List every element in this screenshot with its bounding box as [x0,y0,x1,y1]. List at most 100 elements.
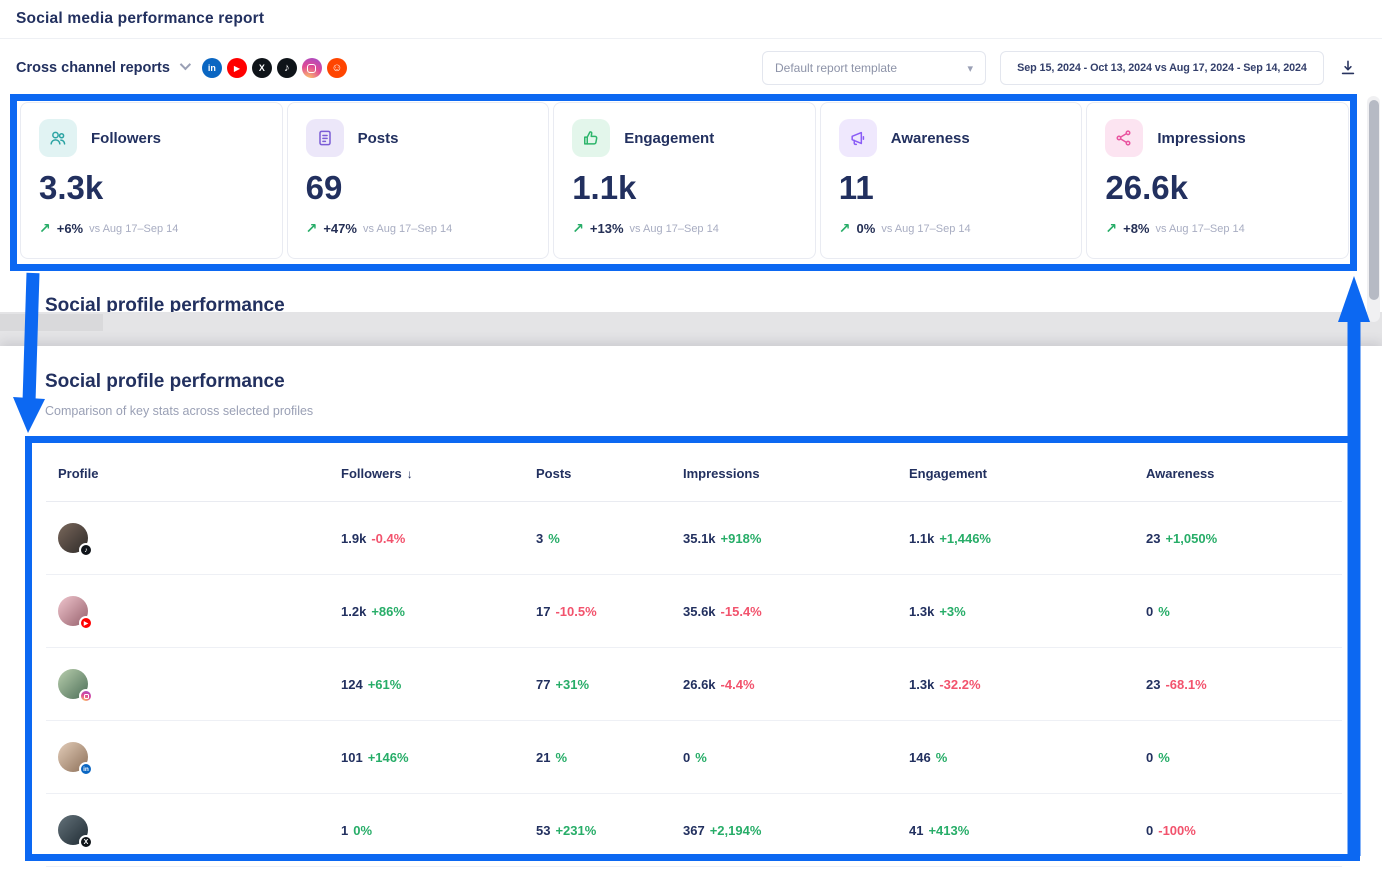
platform-badge-icon: ▶ [79,616,93,630]
table-row[interactable]: 124+61% 77+31% 26.6k-4.4% 1.3k-32.2% [46,648,1342,721]
metric-change: +413% [928,823,969,838]
metric-change: -10.5% [555,604,596,619]
download-icon[interactable] [1338,58,1358,78]
table-row[interactable]: ▶ 1.2k +86% 17 -10.5% 35.6k-15.4% [46,575,1342,648]
metric-change: -4.4% [721,677,755,692]
metric-value: 146 [909,750,931,765]
metric-value: 17 [536,604,550,619]
platform-badge-icon: ♪ [79,543,93,557]
metric-value: 23 [1146,531,1160,546]
column-header-posts[interactable]: Posts [524,446,671,502]
badge-glyph [84,694,89,699]
metric-change: % [548,531,560,546]
metric-value: 77 [536,677,550,692]
channel-glyph: ▶ [234,64,240,73]
metric-change: +1,050% [1165,531,1217,546]
chevron-down-icon: ▾ [967,62,973,75]
metric-value: 1.9k [341,531,366,546]
impressions-cell: 367+2,194% [671,794,897,867]
vertical-scrollbar[interactable] [1367,96,1380,322]
date-range-picker[interactable]: Sep 15, 2024 - Oct 13, 2024 vs Aug 17, 2… [1000,51,1324,85]
chevron-down-icon[interactable] [180,59,191,70]
engagement-cell: 1.3k +3% [897,575,1134,648]
metric-change: -0.4% [371,531,405,546]
column-header-profile[interactable]: Profile [46,446,329,502]
kpi-value: 1.1k [572,169,797,207]
metric-change: +2,194% [710,823,762,838]
posts-cell: 21% [524,721,671,794]
impressions-cell: 35.6k-15.4% [671,575,897,648]
kpi-change: +13% [590,221,624,236]
metric-value: 21 [536,750,550,765]
scrollbar-thumb[interactable] [1369,100,1379,300]
column-header-engagement[interactable]: Engagement [897,446,1134,502]
thumbs-up-icon [572,119,610,157]
trend-up-icon: ↗ [306,220,318,237]
metric-change: -15.4% [721,604,762,619]
metric-value: 1.3k [909,604,934,619]
sort-desc-icon: ↓ [407,467,413,481]
metric-change: +31% [555,677,589,692]
channel-icon[interactable]: ▶ [227,58,247,78]
column-header-awareness[interactable]: Awareness [1134,446,1342,502]
kpi-value: 11 [839,169,1064,207]
metric-change: % [555,750,567,765]
kpi-value: 3.3k [39,169,264,207]
kpi-card-awareness: Awareness 11 ↗ 0% vs Aug 17–Sep 14 [820,102,1083,259]
avatar[interactable]: X [58,815,88,845]
channel-icon[interactable]: X [252,58,272,78]
channel-icon[interactable]: ♪ [277,58,297,78]
profile-cell: ▶ [46,575,329,648]
column-header-impressions[interactable]: Impressions [671,446,897,502]
avatar[interactable]: ▶ [58,596,88,626]
profile-performance-table: Profile Followers↓ Posts Impressions Eng… [46,446,1342,869]
kpi-card-posts: Posts 69 ↗ +47% vs Aug 17–Sep 14 [287,102,550,259]
channel-glyph: in [208,63,216,73]
table-row[interactable]: ♪ 1.9k-0.4% 3% 35.1k+918% [46,502,1342,575]
trend-up-icon: ↗ [839,220,851,237]
section-title: Social profile performance [45,371,1382,393]
channel-icon[interactable]: in [202,58,222,78]
template-select[interactable]: Default report template ▾ [762,51,986,85]
avatar[interactable]: ♪ [58,523,88,553]
metric-value: 3 [536,531,543,546]
kpi-card-followers: Followers 3.3k ↗ +6% vs Aug 17–Sep 14 [20,102,283,259]
channel-glyph: ♪ [284,62,290,74]
metric-value: 53 [536,823,550,838]
channel-icon[interactable]: ☺ [327,58,347,78]
avatar[interactable]: in [58,742,88,772]
cross-channel-reports-dropdown[interactable]: Cross channel reports [16,60,170,76]
column-header-followers[interactable]: Followers↓ [329,446,524,502]
metric-change: -32.2% [939,677,980,692]
metric-change: +86% [371,604,405,619]
table-header-row: Profile Followers↓ Posts Impressions Eng… [46,446,1342,502]
page-title: Social media performance report [16,10,264,28]
profile-cell: in [46,721,329,794]
posts-cell: 3% [524,502,671,575]
table-row[interactable]: in 101+146% 21% 0% [46,721,1342,794]
kpi-label: Posts [358,130,399,147]
kpi-value: 26.6k [1105,169,1330,207]
channel-icon-list: in ▶ X ♪ ☺ [202,58,347,78]
kpi-card-engagement: Engagement 1.1k ↗ +13% vs Aug 17–Sep 14 [553,102,816,259]
metric-value: 0 [683,750,690,765]
metric-change: +231% [555,823,596,838]
metric-change: 0% [353,823,372,838]
awareness-cell: 23 +1,050% [1134,502,1342,575]
posts-cell: 17 -10.5% [524,575,671,648]
channel-icon[interactable] [302,58,322,78]
kpi-card-impressions: Impressions 26.6k ↗ +8% vs Aug 17–Sep 14 [1086,102,1349,259]
channel-glyph [307,64,316,73]
profile-cell: ♪ [46,502,329,575]
metric-change: +3% [939,604,965,619]
profile-cell [46,648,329,721]
table-row[interactable]: X 10% 53+231% 367+2,194% [46,794,1342,867]
metric-change: +1,446% [939,531,991,546]
metric-change: % [936,750,948,765]
channel-glyph: ☺ [331,62,342,74]
metric-value: 1.2k [341,604,366,619]
avatar[interactable] [58,669,88,699]
followers-cell: 1.2k +86% [329,575,524,648]
metric-value: 0 [1146,604,1153,619]
kpi-change: 0% [857,221,876,236]
